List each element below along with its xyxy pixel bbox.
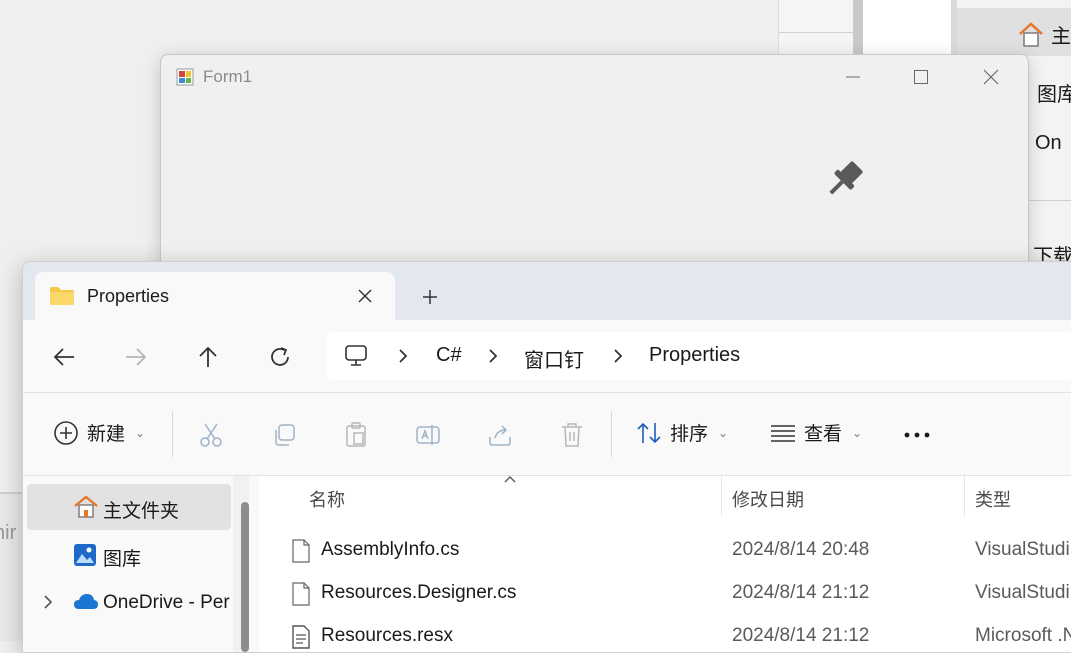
rename-icon <box>416 425 440 445</box>
back-button[interactable] <box>47 342 81 372</box>
column-header-modified[interactable]: 修改日期 <box>732 486 804 512</box>
nav-item-onedrive[interactable]: OneDrive - Per <box>27 580 231 626</box>
breadcrumb-item[interactable]: 窗口钉 <box>524 344 584 373</box>
gallery-icon <box>74 544 96 566</box>
sort-ascending-icon <box>504 476 516 483</box>
chevron-down-icon: ⌄ <box>718 425 729 440</box>
chevron-right-icon[interactable] <box>41 592 55 612</box>
pin-icon[interactable] <box>821 155 869 203</box>
address-bar[interactable]: C# 窗口钉 Properties <box>326 332 1071 380</box>
more-icon <box>904 432 930 438</box>
file-row[interactable]: Resources.Designer.cs 2024/8/14 21:12 Vi… <box>259 573 1071 615</box>
close-button[interactable] <box>971 63 1011 91</box>
rename-button[interactable] <box>414 421 442 449</box>
column-header-name[interactable]: 名称 <box>309 486 345 512</box>
file-explorer-window: Properties C# 窗口钉 Properties 新建 ⌄ 排序 ⌄ 查… <box>22 261 1071 653</box>
minimize-button[interactable] <box>833 63 873 91</box>
tab-strip: Properties <box>23 262 1071 320</box>
sort-icon <box>637 422 661 443</box>
file-row[interactable]: Resources.resx 2024/8/14 21:12 Microsoft… <box>259 616 1071 652</box>
arrow-up-icon <box>199 346 217 367</box>
window-title: Form1 <box>203 67 253 86</box>
arrow-right-icon <box>126 348 147 366</box>
scissors-icon <box>200 423 222 447</box>
delete-button[interactable] <box>558 421 586 449</box>
app-icon <box>176 68 194 86</box>
tab-label: Properties <box>87 286 170 306</box>
trash-icon <box>562 423 582 447</box>
column-header-type[interactable]: 类型 <box>975 486 1011 512</box>
computer-icon <box>345 345 367 366</box>
new-button[interactable]: 新建 ⌄ <box>53 419 145 446</box>
navigation-pane: 主文件夹 图库 OneDrive - Per <box>23 476 241 652</box>
column-divider[interactable] <box>721 476 722 516</box>
minimize-icon <box>846 76 860 78</box>
close-icon <box>983 69 999 85</box>
scrollbar-thumb[interactable] <box>241 502 249 652</box>
chevron-down-icon: ⌄ <box>852 425 863 440</box>
copy-icon <box>275 424 295 446</box>
file-icon <box>292 539 310 563</box>
plus-icon <box>423 290 437 304</box>
column-divider[interactable] <box>964 476 965 516</box>
form1-window: Form1 <box>160 54 1029 296</box>
divider <box>611 411 612 457</box>
command-bar: 新建 ⌄ 排序 ⌄ 查看 ⌄ <box>23 393 1071 475</box>
title-bar[interactable]: Form1 <box>161 55 1028 99</box>
home-icon <box>1019 21 1043 47</box>
tab-properties[interactable]: Properties <box>35 272 395 320</box>
maximize-icon <box>914 70 928 84</box>
divider <box>172 411 173 457</box>
paste-icon <box>346 422 366 447</box>
share-icon <box>489 425 511 446</box>
close-icon <box>358 289 372 303</box>
file-row[interactable]: AssemblyInfo.cs 2024/8/14 20:48 VisualSt… <box>259 530 1071 572</box>
breadcrumb-item[interactable]: Properties <box>649 344 740 367</box>
arrow-left-icon <box>53 348 74 366</box>
folder-icon <box>50 287 74 305</box>
share-button[interactable] <box>486 421 514 449</box>
cut-button[interactable] <box>197 421 225 449</box>
forward-button[interactable] <box>119 342 153 372</box>
more-options-button[interactable] <box>903 421 931 449</box>
refresh-button[interactable] <box>263 342 297 372</box>
onedrive-icon <box>74 594 98 609</box>
chevron-down-icon: ⌄ <box>135 425 146 440</box>
nav-item-gallery[interactable]: 图库 <box>27 532 231 578</box>
chevron-right-icon[interactable] <box>394 346 412 366</box>
background-nav-item[interactable]: 主文 <box>1017 20 1071 49</box>
file-list: 名称 修改日期 类型 AssemblyInfo.cs 2024/8/14 20:… <box>259 476 1071 652</box>
home-icon <box>74 495 98 518</box>
new-tab-button[interactable] <box>417 284 443 310</box>
sort-button[interactable]: 排序 ⌄ <box>636 419 728 446</box>
view-button[interactable]: 查看 ⌄ <box>770 419 862 446</box>
maximize-button[interactable] <box>901 63 941 91</box>
navigation-bar: C# 窗口钉 Properties <box>23 320 1071 392</box>
plus-circle-icon <box>54 420 78 445</box>
up-button[interactable] <box>191 342 225 372</box>
file-icon <box>292 582 310 606</box>
resx-file-icon <box>292 625 310 649</box>
copy-button[interactable] <box>270 421 298 449</box>
nav-item-home[interactable]: 主文件夹 <box>27 484 231 530</box>
background-window-fragment: nir <box>0 492 24 641</box>
paste-button[interactable] <box>342 421 370 449</box>
refresh-icon <box>271 347 289 366</box>
chevron-right-icon[interactable] <box>609 346 627 366</box>
chevron-right-icon[interactable] <box>484 346 502 366</box>
breadcrumb-item[interactable]: C# <box>436 344 462 367</box>
close-tab-button[interactable] <box>353 284 377 308</box>
view-list-icon <box>771 424 795 442</box>
